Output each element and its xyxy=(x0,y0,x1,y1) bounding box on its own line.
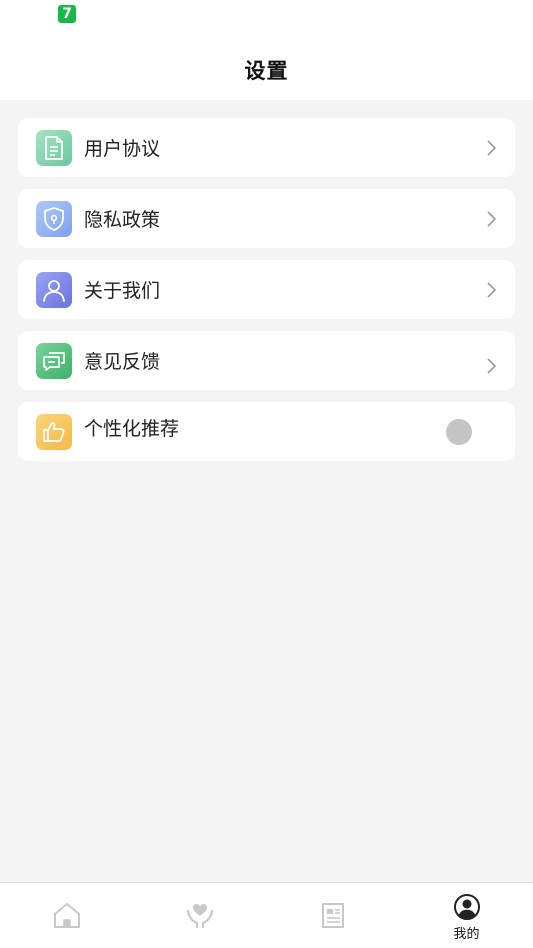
settings-item-about-us[interactable]: 关于我们 xyxy=(18,260,515,319)
settings-item-label: 个性化推荐 xyxy=(84,417,180,440)
chevron-right-icon xyxy=(487,358,497,374)
settings-item-label: 意见反馈 xyxy=(84,351,161,373)
tab-home[interactable] xyxy=(0,883,133,948)
user-icon xyxy=(36,272,72,308)
header: 设置 xyxy=(0,40,533,100)
settings-item-user-agreement[interactable]: 用户协议 xyxy=(18,118,515,177)
settings-item-label: 关于我们 xyxy=(84,280,161,302)
home-icon xyxy=(53,903,80,928)
chat-icon xyxy=(36,343,72,379)
app-notification-badge: 7 xyxy=(58,5,76,23)
settings-item-label: 用户协议 xyxy=(84,138,161,160)
settings-item-label: 隐私政策 xyxy=(84,209,161,231)
heart-hand-icon xyxy=(186,904,213,929)
chevron-right-icon xyxy=(487,211,497,227)
news-icon xyxy=(321,903,344,928)
chevron-right-icon xyxy=(487,140,497,156)
settings-item-privacy-policy[interactable]: 隐私政策 xyxy=(18,189,515,248)
thumbs-up-icon xyxy=(36,414,72,450)
page-title: 设置 xyxy=(244,59,289,83)
tab-label: 我的 xyxy=(453,927,480,942)
profile-icon xyxy=(453,894,480,920)
tab-care[interactable] xyxy=(133,883,266,948)
shield-icon xyxy=(36,201,72,237)
tab-news[interactable] xyxy=(266,883,399,948)
settings-item-personalized-recommendation: 个性化推荐 xyxy=(18,402,515,461)
tab-profile[interactable]: 我的 xyxy=(400,883,533,948)
settings-item-feedback[interactable]: 意见反馈 xyxy=(18,331,515,390)
bottom-tab-bar: 我的 xyxy=(0,882,533,948)
chevron-right-icon xyxy=(487,282,497,298)
personalized-recommendation-toggle[interactable] xyxy=(446,419,472,445)
document-icon xyxy=(36,130,72,166)
status-bar: 7 xyxy=(0,0,533,40)
